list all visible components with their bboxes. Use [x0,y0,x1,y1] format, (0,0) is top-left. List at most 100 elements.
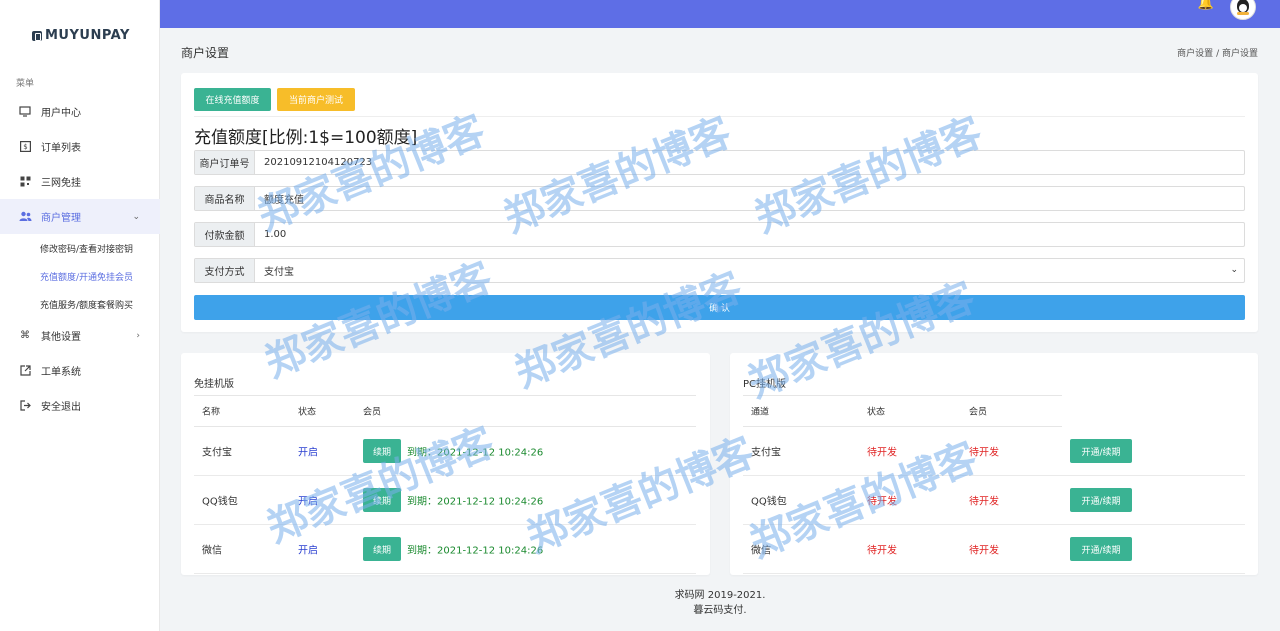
users-icon [18,210,32,224]
column-header: 状态 [867,407,886,418]
card-title: PC挂机版 [743,379,787,390]
open-renew-button[interactable]: 开通/续期 [1070,439,1132,463]
column-header: 会员 [363,407,382,418]
logo[interactable]: MUYUNPAY [32,28,130,43]
renew-button[interactable]: 续期 [363,537,401,561]
channel-name: QQ钱包 [202,496,238,508]
field-label: 商品名称 [195,187,255,210]
confirm-button[interactable]: 确 认 [194,295,1245,320]
table-row: QQ钱包 待开发 待开发 开通/续期 [743,476,1245,525]
sub-item-recharge[interactable]: 充值额度/开通免挂会员 [0,262,160,290]
member-text: 待开发 [969,545,999,557]
open-renew-button[interactable]: 开通/续期 [1070,537,1132,561]
order-number-input[interactable]: 20210912104120723 [255,151,1244,174]
sidebar-item-merchant[interactable]: 商户管理 ⌄ [0,199,160,234]
logout-icon [18,399,32,413]
logo-text: MUYUNPAY [45,28,130,43]
amount-field[interactable]: 付款金额 1.00 [194,222,1245,247]
product-name-field[interactable]: 商品名称 额度充值 [194,186,1245,211]
free-hang-card: 免挂机版 名称 状态 会员 支付宝 开启 续期 到期：2021-12-12 10… [181,353,710,575]
pc-hang-table: 通道 状态 会员 支付宝 待开发 待开发 开通/续期 QQ钱包 待开发 待开发 … [743,395,1245,574]
breadcrumb-separator: / [1216,49,1220,59]
payment-method-select[interactable]: 支付宝 [255,259,1244,282]
status-text: 开启 [298,545,318,557]
sidebar-item-label: 用户中心 [41,108,81,119]
field-label: 支付方式 [195,259,255,282]
table-header: 名称 状态 会员 [194,395,696,427]
channel-name: 支付宝 [202,447,232,459]
sidebar-item-label: 其他设置 [41,332,81,343]
chevron-down-icon: ⌄ [132,211,140,222]
recharge-card: 在线充值额度 当前商户测试 充值额度[比例:1$=100额度] 商户订单号 20… [181,73,1258,332]
sidebar-item-label: 工单系统 [41,367,81,378]
table-row: 微信 待开发 待开发 开通/续期 [743,525,1245,574]
card-title: 免挂机版 [194,379,234,390]
logo-icon [32,30,42,41]
status-text: 待开发 [867,447,897,459]
sidebar-item-label: 安全退出 [41,402,81,413]
sidebar-item-tickets[interactable]: 工单系统 [0,353,160,388]
footer-brand: 暮云码支付. [693,605,747,616]
breadcrumb: 商户设置 / 商户设置 [1177,46,1258,59]
expire-text: 到期：2021-12-12 10:24:26 [407,545,544,557]
table-row: 支付宝 开启 续期 到期：2021-12-12 10:24:26 [194,427,696,476]
member-text: 待开发 [969,447,999,459]
monitor-icon [18,105,32,119]
free-hang-table: 名称 状态 会员 支付宝 开启 续期 到期：2021-12-12 10:24:2… [194,395,696,574]
dollar-icon: $ [18,140,32,154]
sidebar-item-label: 三网免挂 [41,178,81,189]
svg-text:$: $ [23,143,27,151]
status-text: 开启 [298,447,318,459]
order-number-field[interactable]: 商户订单号 20210912104120723 [194,150,1245,175]
open-renew-button[interactable]: 开通/续期 [1070,488,1132,512]
status-text: 待开发 [867,545,897,557]
table-row: QQ钱包 开启 续期 到期：2021-12-12 10:24:26 [194,476,696,525]
column-header: 状态 [298,407,317,418]
channel-name: 微信 [751,545,771,557]
sidebar-item-other-settings[interactable]: ⌘ 其他设置 › [0,318,160,353]
renew-button[interactable]: 续期 [363,488,401,512]
divider [194,116,1245,117]
footer: 求码网 2019-2021. 暮云码支付. [160,575,1280,631]
field-label: 商户订单号 [195,151,255,174]
sidebar-item-user-center[interactable]: 用户中心 [0,94,160,129]
breadcrumb-item: 商户设置 [1221,49,1258,59]
pc-hang-card: PC挂机版 通道 状态 会员 支付宝 待开发 待开发 开通/续期 QQ钱包 待开… [730,353,1258,575]
table-row: 支付宝 待开发 待开发 开通/续期 [743,427,1245,476]
sidebar-item-label: 订单列表 [41,143,81,154]
sidebar-item-logout[interactable]: 安全退出 [0,388,160,423]
breadcrumb-item[interactable]: 商户设置 [1177,49,1213,59]
sidebar-item-label: 商户管理 [41,213,81,224]
top-bar: 🔔 [160,0,1280,28]
amount-input[interactable]: 1.00 [255,223,1244,246]
table-row: 微信 开启 续期 到期：2021-12-12 10:24:26 [194,525,696,574]
page-title: 商户设置 [181,46,230,60]
product-name-input[interactable]: 额度充值 [255,187,1244,210]
expire-text: 到期：2021-12-12 10:24:26 [407,496,544,508]
payment-method-field[interactable]: 支付方式 支付宝 ⌄ [194,258,1245,283]
sub-item-password[interactable]: 修改密码/查看对接密钥 [0,234,160,262]
recharge-title: 充值额度[比例:1$=100额度] [194,128,418,148]
status-text: 开启 [298,496,318,508]
sub-item-package[interactable]: 充值服务/额度套餐购买 [0,290,160,318]
avatar[interactable] [1230,0,1256,20]
sidebar-item-orders[interactable]: $ 订单列表 [0,129,160,164]
menu-title: 菜单 [16,79,35,89]
renew-button[interactable]: 续期 [363,439,401,463]
channel-name: 微信 [202,545,222,557]
sidebar-item-free-hang[interactable]: 三网免挂 [0,164,160,199]
sidebar: MUYUNPAY 菜单 用户中心 $ 订单列表 三网免挂 商户管理 ⌄ 修改密码… [0,0,160,631]
member-text: 待开发 [969,496,999,508]
expire-text: 到期：2021-12-12 10:24:26 [407,447,544,459]
column-header: 名称 [202,407,221,418]
table-header: 通道 状态 会员 [743,395,1062,427]
status-text: 待开发 [867,496,897,508]
channel-name: 支付宝 [751,447,781,459]
sidebar-nav: 用户中心 $ 订单列表 三网免挂 商户管理 ⌄ 修改密码/查看对接密钥 充值额度… [0,94,160,423]
bell-icon[interactable]: 🔔 [1198,0,1214,11]
column-header: 通道 [751,407,770,418]
tab-merchant-test[interactable]: 当前商户测试 [277,88,355,111]
external-icon [18,364,32,378]
tab-online-recharge[interactable]: 在线充值额度 [194,88,271,111]
footer-copyright: 求码网 2019-2021. [674,590,766,601]
